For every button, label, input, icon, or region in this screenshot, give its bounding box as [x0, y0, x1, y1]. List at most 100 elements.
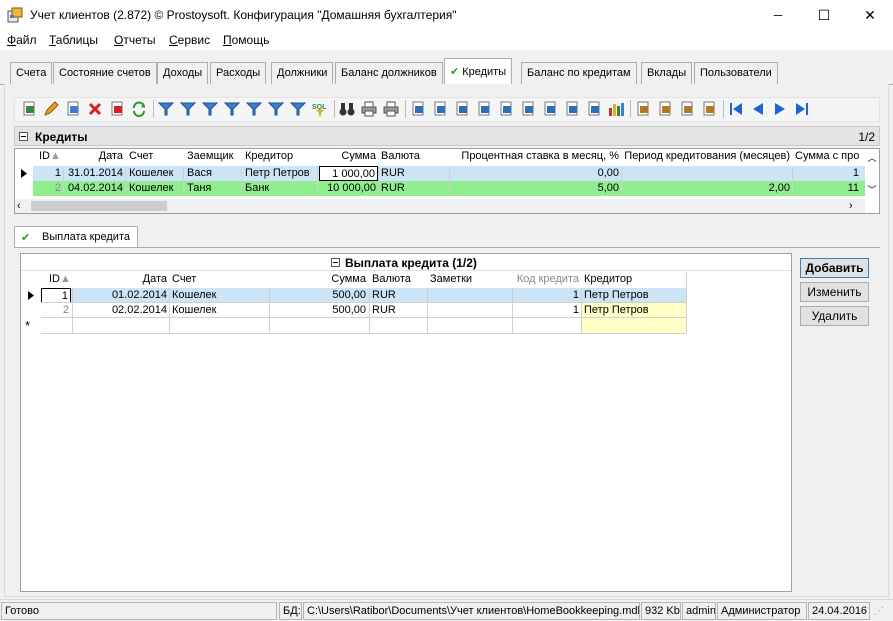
settings-icon[interactable] — [678, 100, 696, 118]
cell-rate: 0,00 — [597, 167, 619, 179]
col-sum[interactable]: Сумма — [270, 272, 368, 287]
menu-service[interactable]: Сервис — [169, 33, 210, 47]
col-period[interactable]: Период кредитования (месяцев) — [622, 149, 792, 164]
new-row[interactable]: * — [21, 318, 686, 333]
col-rate[interactable]: Процентная ставка в месяц, % — [451, 149, 621, 164]
export-text-icon[interactable] — [563, 100, 581, 118]
tab-income[interactable]: Доходы — [157, 62, 209, 84]
sort-icon[interactable] — [700, 100, 718, 118]
filter-edit-icon[interactable] — [245, 100, 263, 118]
col-sum[interactable]: Сумма — [319, 149, 378, 164]
menu-file[interactable]: Файл — [7, 33, 37, 47]
export-rtf-icon[interactable] — [475, 100, 493, 118]
col-account[interactable]: Счет — [127, 149, 183, 164]
filter-remove-all-icon[interactable] — [201, 100, 219, 118]
tab-debtors[interactable]: Должники — [271, 62, 334, 84]
scroll-left-icon[interactable]: ‹ — [17, 199, 29, 213]
export-pdf-icon[interactable] — [585, 100, 603, 118]
cell-id-focused[interactable]: 1 — [41, 288, 71, 303]
refresh-icon[interactable] — [130, 100, 148, 118]
col-id[interactable]: ID▲ — [47, 272, 73, 287]
horizontal-scrollbar[interactable]: ‹ › — [15, 199, 865, 213]
filter-by-value-icon[interactable] — [223, 100, 241, 118]
tab-account-status[interactable]: Состояние счетов — [53, 62, 157, 84]
columns-icon[interactable] — [634, 100, 652, 118]
minimize-button[interactable]: ─ — [755, 0, 801, 30]
tab-debtor-balance[interactable]: Баланс должников — [335, 62, 443, 84]
add-record-icon[interactable] — [20, 100, 38, 118]
cell-total: 1 — [852, 167, 859, 179]
maximize-button[interactable]: ☐ — [801, 0, 847, 30]
scroll-down-icon[interactable]: ﹀ — [865, 183, 879, 197]
find-icon[interactable] — [338, 100, 356, 118]
export-excel-icon[interactable] — [431, 100, 449, 118]
report-icon[interactable] — [656, 100, 674, 118]
resize-grip-icon[interactable]: ⋰ — [874, 606, 888, 620]
filter-remove-icon[interactable] — [179, 100, 197, 118]
chart-icon[interactable] — [607, 100, 625, 118]
col-borrower[interactable]: Заемщик — [185, 149, 241, 164]
collapse-icon[interactable] — [331, 258, 340, 267]
print-icon[interactable] — [360, 100, 378, 118]
print-preview-icon[interactable] — [382, 100, 400, 118]
edit-button[interactable]: Изменить — [800, 282, 869, 302]
sort-asc-icon: ▲ — [60, 273, 71, 285]
menu-help-label: омощь — [231, 33, 270, 47]
col-notes[interactable]: Заметки — [428, 272, 512, 287]
col-divider — [183, 166, 184, 196]
delete-marked-icon[interactable] — [108, 100, 126, 118]
next-record-icon[interactable] — [771, 100, 789, 118]
tab-expenses[interactable]: Расходы — [210, 62, 267, 84]
tab-users[interactable]: Пользователи — [694, 62, 778, 84]
add-button[interactable]: Добавить — [800, 258, 869, 278]
toolbar-icons: SQL — [14, 97, 880, 122]
first-record-icon[interactable] — [727, 100, 745, 118]
delete-icon[interactable] — [86, 100, 104, 118]
col-divider — [269, 288, 270, 333]
cell-sum-focused[interactable]: 1 000,00 — [319, 166, 378, 181]
menu-help[interactable]: Помощь — [223, 33, 269, 47]
cell-creditor-new[interactable] — [582, 318, 686, 333]
col-date[interactable]: Дата — [63, 149, 125, 164]
table-row[interactable]: 2 02.02.2014 Кошелек 500,00 RUR 1 Петр П… — [21, 303, 686, 318]
menu-tables[interactable]: Таблицы — [49, 33, 98, 47]
col-currency[interactable]: Валюта — [379, 149, 449, 164]
col-divider — [427, 288, 428, 333]
col-account[interactable]: Счет — [170, 272, 268, 287]
tab-accounts[interactable]: Счета — [10, 62, 53, 84]
edit-icon[interactable] — [42, 100, 60, 118]
scroll-thumb[interactable] — [31, 201, 167, 211]
prev-record-icon[interactable] — [749, 100, 767, 118]
tab-payment[interactable]: ✔ Выплата кредита — [14, 226, 138, 248]
delete-button[interactable]: Удалить — [800, 306, 869, 326]
menu-reports[interactable]: Отчеты — [114, 33, 156, 47]
col-currency[interactable]: Валюта — [370, 272, 426, 287]
export-csv-icon[interactable] — [541, 100, 559, 118]
sql-query-icon[interactable]: SQL — [311, 100, 329, 118]
last-record-icon[interactable] — [793, 100, 811, 118]
export-html-icon[interactable] — [453, 100, 471, 118]
tab-credits[interactable]: ✔ Кредиты — [444, 58, 513, 84]
copy-record-icon[interactable] — [64, 100, 82, 118]
col-credit-code[interactable]: Код кредита — [513, 272, 581, 287]
collapse-icon[interactable] — [19, 132, 28, 141]
filter-saved-icon[interactable] — [267, 100, 285, 118]
app-icon — [7, 7, 23, 23]
export-xls-icon[interactable] — [497, 100, 515, 118]
col-total[interactable]: Сумма с про — [793, 149, 865, 164]
tab-credit-balance[interactable]: Баланс по кредитам — [521, 62, 637, 84]
table-row[interactable]: 1 31.01.2014 Кошелек Вася Петр Петров 1 … — [15, 166, 865, 181]
table-row[interactable]: 1 01.02.2014 Кошелек 500,00 RUR 1 Петр П… — [21, 288, 686, 303]
filter-icon[interactable] — [157, 100, 175, 118]
export-xml-icon[interactable] — [519, 100, 537, 118]
scroll-right-icon[interactable]: › — [849, 199, 861, 213]
col-creditor[interactable]: Кредитор — [582, 272, 684, 287]
export-word-icon[interactable] — [409, 100, 427, 118]
group-icon[interactable] — [289, 100, 307, 118]
table-row[interactable]: 2 04.02.2014 Кошелек Таня Банк 10 000,00… — [15, 181, 865, 196]
col-creditor[interactable]: Кредитор — [243, 149, 317, 164]
col-date[interactable]: Дата — [73, 272, 169, 287]
tab-deposits[interactable]: Вклады — [641, 62, 693, 84]
scroll-up-icon[interactable]: ︿ — [865, 151, 879, 165]
close-button[interactable]: ✕ — [847, 0, 893, 30]
